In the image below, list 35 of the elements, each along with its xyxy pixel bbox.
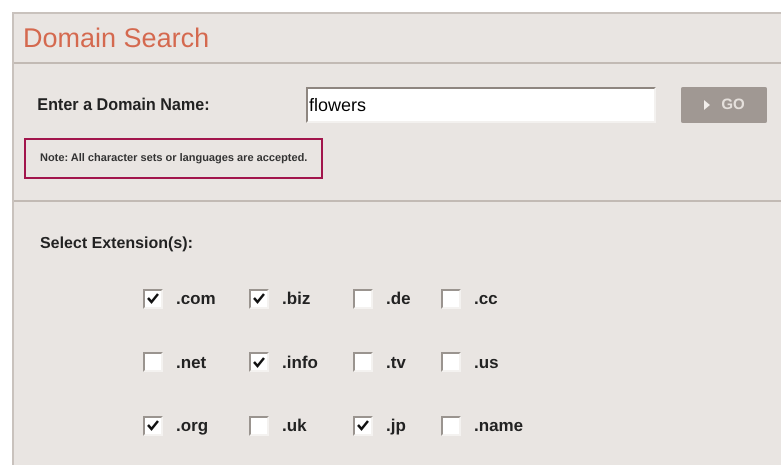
domain-input[interactable]: flowers xyxy=(306,87,656,123)
extension-label: .com xyxy=(176,288,216,310)
check-icon xyxy=(357,420,369,432)
check-icon xyxy=(147,420,159,432)
checkbox[interactable] xyxy=(353,416,373,436)
extensions-label: Select Extension(s): xyxy=(40,234,193,254)
checkbox[interactable] xyxy=(353,352,373,372)
extension-label: .de xyxy=(386,288,411,310)
check-icon xyxy=(253,293,265,304)
extension-label: .org xyxy=(176,415,208,437)
extension-label: .cc xyxy=(474,288,498,310)
note: Note: All character sets or languages are accepted. xyxy=(24,138,324,178)
checkbox[interactable] xyxy=(143,288,163,309)
domain-label: Enter a Domain Name: xyxy=(36,94,211,116)
checkbox[interactable] xyxy=(249,416,269,436)
check-icon xyxy=(147,293,159,304)
play-icon xyxy=(703,99,712,111)
checkbox[interactable] xyxy=(143,416,163,436)
extension-label: .name xyxy=(474,415,524,437)
checkbox[interactable] xyxy=(249,352,269,372)
extension-label: .net xyxy=(176,352,206,374)
extension-label: .info xyxy=(282,352,318,374)
check-icon xyxy=(253,356,265,368)
checkbox[interactable] xyxy=(353,288,373,309)
panel-title: Domain Search xyxy=(23,22,210,55)
extension-label: .biz xyxy=(282,288,310,310)
extension-label: .jp xyxy=(386,415,406,437)
checkbox[interactable] xyxy=(441,352,461,372)
checkbox[interactable] xyxy=(249,288,269,309)
extension-label: .us xyxy=(474,352,499,374)
extension-label: .tv xyxy=(386,352,406,374)
checkbox[interactable] xyxy=(441,416,461,436)
checkbox[interactable] xyxy=(441,288,461,309)
extension-label: .uk xyxy=(282,415,307,437)
checkbox[interactable] xyxy=(143,352,163,372)
